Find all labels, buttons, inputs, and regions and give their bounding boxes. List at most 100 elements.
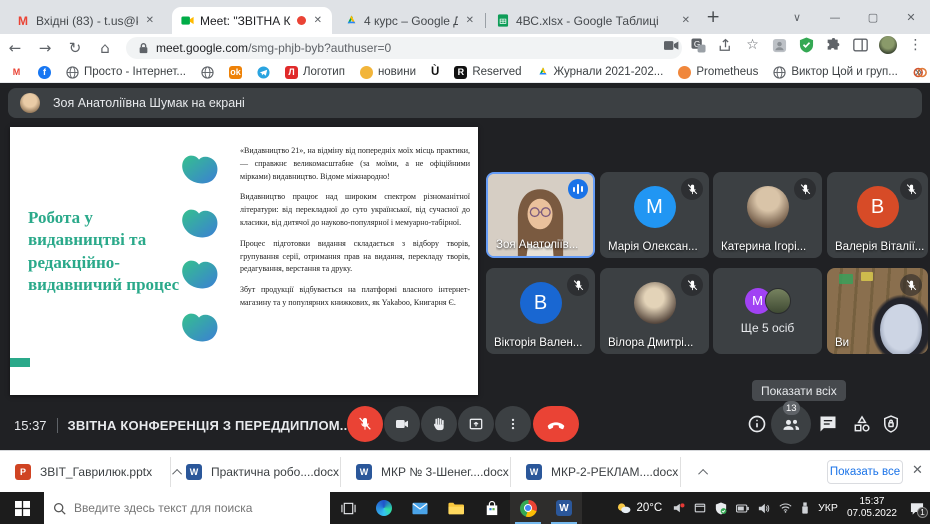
tray-app-icon[interactable]: [694, 502, 706, 514]
host-controls-button[interactable]: [881, 414, 901, 434]
presenting-banner: Зоя Анатоліївна Шумак на екрані: [8, 88, 922, 118]
bookmark-gmail[interactable]: M: [10, 66, 23, 79]
tab-close-icon[interactable]: ✕: [144, 15, 156, 26]
participant-tile-viktoriya[interactable]: В Вікторія Вален...: [486, 268, 595, 354]
show-everyone-button[interactable]: [781, 414, 801, 434]
bookmark-prometheus[interactable]: Prometheus: [678, 66, 758, 79]
battery-tray-icon[interactable]: [736, 504, 749, 513]
tab-gmail[interactable]: M Вхідні (83) - t.us@kubg.edu.ua - ✕: [8, 7, 164, 34]
start-button[interactable]: [0, 492, 44, 524]
action-center-button[interactable]: 1: [910, 502, 924, 515]
profile-chevron-icon[interactable]: ∨: [778, 11, 816, 24]
meeting-details-button[interactable]: [747, 414, 767, 434]
mic-toggle-button[interactable]: [347, 406, 383, 442]
participant-tile-valeriya[interactable]: В Валерія Віталії...: [827, 172, 928, 258]
reload-button[interactable]: ↻: [60, 39, 90, 57]
activities-button[interactable]: [852, 414, 872, 434]
antivirus-shield-icon[interactable]: [798, 37, 815, 54]
participant-tile-vilora[interactable]: Вілора Дмитрі...: [600, 268, 709, 354]
shared-presentation-slide[interactable]: Робота у видавництві та редакційно-видав…: [10, 127, 478, 395]
close-downloads-bar-icon[interactable]: ✕: [912, 463, 923, 478]
mail-taskbar-button[interactable]: [402, 492, 438, 524]
bookmark-tsoi[interactable]: Виктор Цой и груп...: [773, 66, 898, 79]
usb-tray-icon[interactable]: [801, 502, 809, 514]
back-button[interactable]: ←: [0, 39, 30, 57]
file-explorer-taskbar-button[interactable]: [438, 492, 474, 524]
language-indicator[interactable]: УКР: [818, 502, 838, 514]
camera-toggle-button[interactable]: [384, 406, 420, 442]
tray-app-icon[interactable]: [673, 502, 685, 514]
participant-overflow-tile[interactable]: М Ще 5 осіб: [713, 268, 822, 354]
bookmark-facebook[interactable]: f: [38, 66, 51, 79]
participant-tile-kateryna[interactable]: Катерина Ігорі...: [713, 172, 822, 258]
chat-button[interactable]: [818, 414, 838, 434]
extension-profile-icon[interactable]: [771, 37, 788, 54]
edge-taskbar-button[interactable]: [366, 492, 402, 524]
tab-close-icon[interactable]: ✕: [680, 15, 692, 26]
show-all-downloads-button[interactable]: Показать все: [827, 460, 903, 484]
bookmark-globe[interactable]: [201, 66, 214, 79]
address-bar[interactable]: meet.google.com/smg-phjb-byb?authuser=0: [126, 37, 682, 59]
taskbar-clock[interactable]: 15:37 07.05.2022: [847, 496, 897, 521]
bookmark-zhurnaly[interactable]: Журнали 2021-202...: [537, 66, 664, 78]
bookmark-telegram[interactable]: [257, 66, 270, 79]
leave-call-button[interactable]: [533, 406, 579, 442]
tab-drive[interactable]: 4 курс – Google Диск ✕: [336, 7, 484, 34]
present-screen-button[interactable]: [458, 406, 494, 442]
bookmark-logotip[interactable]: ЛЛоготип: [285, 66, 345, 79]
mic-off-icon: [900, 274, 922, 296]
usb-icon: [801, 502, 809, 514]
bookmark-ok[interactable]: ok: [229, 66, 242, 79]
participant-initial-avatar: В: [857, 186, 899, 228]
volume-tray-icon[interactable]: [758, 503, 770, 514]
edge-icon: [376, 500, 392, 516]
bookmark-u[interactable]: Ù: [431, 66, 439, 78]
home-button[interactable]: ⌂: [90, 39, 120, 57]
raise-hand-button[interactable]: [421, 406, 457, 442]
participant-name: Вікторія Вален...: [494, 337, 582, 349]
participant-tile-zoya[interactable]: Зоя Анатоліїв...: [486, 172, 595, 258]
forward-button[interactable]: →: [30, 39, 60, 57]
minimize-button[interactable]: —: [816, 11, 854, 24]
close-window-button[interactable]: ✕: [892, 11, 930, 24]
participant-name: Марія Олексан...: [608, 241, 698, 253]
translate-icon[interactable]: G: [690, 37, 707, 54]
bookmark-novyny[interactable]: новини: [360, 66, 416, 79]
share-icon[interactable]: [717, 37, 734, 54]
media-camera-icon[interactable]: [663, 37, 680, 54]
bookmark-reserved[interactable]: RReserved: [454, 66, 521, 79]
download-item[interactable]: P ЗВІТ_Гаврилюк.pptx: [0, 451, 182, 493]
download-manager-icon: [673, 502, 685, 514]
participant-tile-mariya[interactable]: М Марія Олексан...: [600, 172, 709, 258]
reserved-icon: R: [454, 66, 467, 79]
bookmark-prosto[interactable]: Просто - Інтернет...: [66, 66, 186, 79]
download-menu-chevron[interactable]: [698, 468, 708, 478]
task-view-button[interactable]: [330, 492, 366, 524]
taskbar-search[interactable]: [44, 492, 330, 524]
new-tab-button[interactable]: +: [706, 7, 720, 27]
taskbar-search-input[interactable]: [74, 501, 304, 515]
tab-close-icon[interactable]: ✕: [312, 15, 324, 26]
bookmark-star-icon[interactable]: ☆: [744, 37, 761, 54]
mic-off-icon: [681, 274, 703, 296]
participant-tile-you[interactable]: Ви: [827, 268, 928, 354]
side-panel-icon[interactable]: [852, 37, 869, 54]
bookmarks-overflow-chevron[interactable]: »: [915, 64, 922, 79]
download-item[interactable]: W МКР-2-РЕКЛАМ....docx: [511, 451, 708, 493]
word-taskbar-button[interactable]: W: [546, 492, 582, 524]
store-taskbar-button[interactable]: [474, 492, 510, 524]
browser-profile-avatar[interactable]: [879, 36, 897, 54]
tab-title: 4ВС.xlsx - Google Таблиці: [516, 14, 674, 28]
chrome-taskbar-button[interactable]: [510, 492, 546, 524]
tab-close-icon[interactable]: ✕: [464, 15, 476, 26]
tab-meet-active[interactable]: Meet: "ЗВІТНА КОНФЕРЕНЦ ✕: [172, 7, 332, 34]
defender-tray-icon[interactable]: [715, 502, 727, 515]
more-options-button[interactable]: [495, 406, 531, 442]
extensions-puzzle-icon[interactable]: [825, 37, 842, 54]
tab-sheets[interactable]: 4ВС.xlsx - Google Таблиці ✕: [488, 7, 700, 34]
wifi-tray-icon[interactable]: [779, 503, 792, 513]
tab-title: 4 курс – Google Диск: [364, 14, 458, 28]
weather-widget[interactable]: 20°C: [616, 502, 662, 514]
chrome-menu-icon[interactable]: ⋮: [907, 37, 924, 54]
restore-button[interactable]: ▢: [854, 11, 892, 24]
